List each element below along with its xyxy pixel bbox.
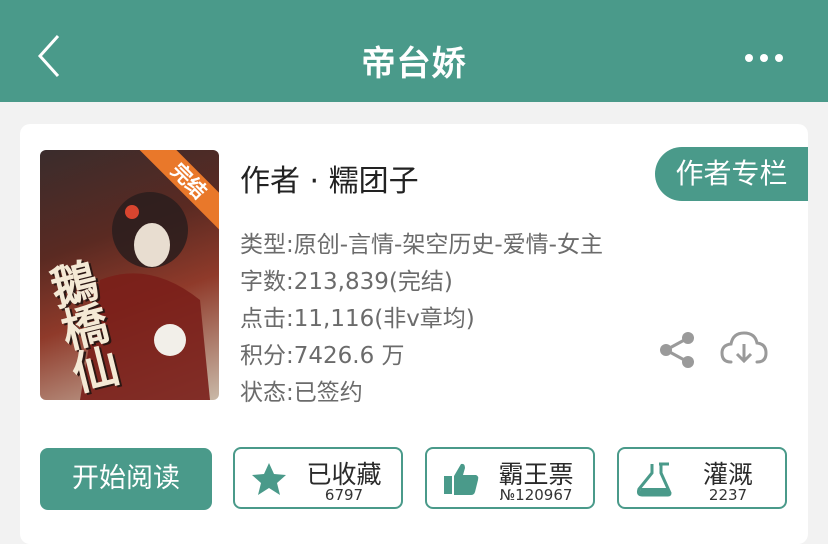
share-icon xyxy=(660,332,694,368)
share-button[interactable] xyxy=(657,330,697,370)
flask-icon xyxy=(636,462,672,497)
book-cover[interactable]: 完结 鵝橋仙 xyxy=(40,150,219,400)
nourish-button[interactable]: 灌溉 2237 xyxy=(617,447,787,509)
favorite-count: 6797 xyxy=(324,486,364,504)
meta-category: 类型:原创-言情-架空历史-爱情-女主 xyxy=(240,232,603,258)
cloud-download-icon xyxy=(720,331,768,364)
author-name[interactable]: 作者 · 糯团子 xyxy=(240,156,419,200)
ticket-button[interactable]: 霸王票 №120967 xyxy=(425,447,595,509)
download-button[interactable] xyxy=(719,328,769,370)
favorite-button[interactable]: 已收藏 6797 xyxy=(233,447,403,509)
author-column-button[interactable]: 作者专栏 xyxy=(655,147,808,201)
start-reading-button[interactable]: 开始阅读 xyxy=(40,448,212,510)
more-button[interactable] xyxy=(744,48,784,68)
ticket-count: №120967 xyxy=(499,486,573,504)
meta-status: 状态:已签约 xyxy=(240,380,363,406)
nourish-count: 2237 xyxy=(708,486,748,504)
thumbs-up-icon xyxy=(444,463,479,495)
star-icon xyxy=(252,463,286,495)
meta-score: 积分:7426.6 万 xyxy=(240,343,405,369)
page-title: 帝台娇 xyxy=(361,44,467,84)
more-dots-icon xyxy=(745,54,783,62)
top-bar: 帝台娇 xyxy=(0,0,828,102)
meta-clicks: 点击:11,116(非v章均) xyxy=(240,306,475,332)
meta-word-count: 字数:213,839(完结) xyxy=(240,269,453,295)
